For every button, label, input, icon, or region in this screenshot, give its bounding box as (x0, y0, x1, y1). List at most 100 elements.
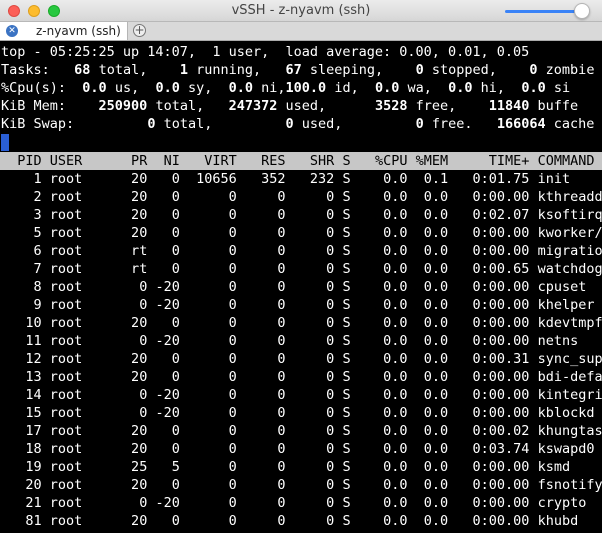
cell-s: S (342, 423, 359, 439)
cell-res: 0 (236, 387, 286, 403)
cell-s: S (342, 243, 359, 259)
cell-pid: 81 (1, 513, 42, 529)
cell-res: 0 (236, 297, 286, 313)
cell-time: 0:02.07 (448, 207, 530, 223)
cell-res: 352 (236, 171, 286, 187)
process-row: 8 root 0 -20 0 0 0 S 0.0 0.0 0:00.00 cpu… (1, 278, 602, 296)
cpu-sy: 0.0 (155, 80, 180, 96)
cpu-ni: 0.0 (228, 80, 254, 96)
column-header-mem: %MEM (407, 153, 449, 169)
cell-user: root (49, 243, 91, 259)
cell-pid: 19 (1, 459, 42, 475)
cell-mem: 0.0 (407, 333, 449, 349)
process-row: 14 root 0 -20 0 0 0 S 0.0 0.0 0:00.00 ki… (1, 386, 602, 404)
cell-pid: 8 (1, 279, 42, 295)
cell-res: 0 (236, 459, 286, 475)
process-row: 81 root 20 0 0 0 0 S 0.0 0.0 0:00.00 khu… (1, 512, 602, 530)
cell-pr: 0 (90, 387, 148, 403)
cell-user: root (49, 315, 91, 331)
cell-cpu: 0.0 (358, 171, 408, 187)
tab-session[interactable]: ✕ z-nyavm (ssh) (0, 22, 128, 40)
cell-command: sync_sup (537, 351, 602, 367)
cell-s: S (342, 513, 359, 529)
mem-total: 250900 (98, 98, 148, 114)
mem-label: KiB Mem: (1, 98, 67, 114)
swap-free: 0 (415, 116, 424, 132)
cell-pr: 20 (90, 369, 148, 385)
cell-virt: 0 (179, 369, 237, 385)
swap-cached-label: cache (553, 116, 595, 132)
cell-pid: 13 (1, 369, 42, 385)
terminal-screen[interactable]: top - 05:25:25 up 14:07, 1 user, load av… (0, 41, 602, 533)
cell-ni: 0 (147, 171, 180, 187)
cell-res: 0 (236, 495, 286, 511)
cell-s: S (342, 387, 359, 403)
cell-time: 0:00.00 (448, 387, 530, 403)
add-tab-icon[interactable]: + (133, 24, 146, 37)
cell-res: 0 (236, 405, 286, 421)
font-size-slider-track[interactable] (505, 10, 580, 13)
cell-cpu: 0.0 (358, 243, 408, 259)
cell-user: root (49, 405, 91, 421)
cell-command: khungtas (537, 423, 602, 439)
tasks-zombie: 0 (529, 62, 538, 78)
cell-virt: 0 (179, 279, 237, 295)
tasks-running: 1 (179, 62, 188, 78)
cell-mem: 0.0 (407, 189, 449, 205)
cell-shr: 0 (285, 423, 335, 439)
cell-virt: 0 (179, 243, 237, 259)
mem-used: 247372 (228, 98, 278, 114)
cell-command: migratio (537, 243, 602, 259)
uptime-line: top - 05:25:25 up 14:07, 1 user, load av… (1, 44, 530, 60)
cell-s: S (342, 207, 359, 223)
cell-virt: 0 (179, 315, 237, 331)
process-row: 19 root 25 5 0 0 0 S 0.0 0.0 0:00.00 ksm… (1, 458, 602, 476)
cell-user: root (49, 495, 91, 511)
cell-cpu: 0.0 (358, 261, 408, 277)
mem-buffers-label: buffe (537, 98, 579, 114)
cell-cpu: 0.0 (358, 459, 408, 475)
cell-command: khelper (537, 297, 595, 313)
close-tab-icon[interactable]: ✕ (6, 25, 18, 37)
cell-ni: 0 (147, 225, 180, 241)
process-row: 5 root 20 0 0 0 0 S 0.0 0.0 0:00.00 kwor… (1, 224, 602, 242)
cell-ni: 0 (147, 189, 180, 205)
cell-pid: 17 (1, 423, 42, 439)
cell-user: root (49, 171, 91, 187)
cell-time: 0:00.00 (448, 405, 530, 421)
cell-mem: 0.0 (407, 477, 449, 493)
cell-time: 0:00.00 (448, 225, 530, 241)
cpu-hi: 0.0 (448, 80, 473, 96)
cell-pr: rt (90, 243, 148, 259)
cell-pr: rt (90, 261, 148, 277)
cell-ni: 5 (147, 459, 180, 475)
process-row: 9 root 0 -20 0 0 0 S 0.0 0.0 0:00.00 khe… (1, 296, 602, 314)
column-header-cpu: %CPU (358, 153, 408, 169)
cell-pr: 0 (90, 297, 148, 313)
cell-mem: 0.0 (407, 207, 449, 223)
font-size-slider-knob[interactable] (574, 3, 590, 19)
cell-virt: 0 (179, 333, 237, 349)
cell-user: root (49, 297, 91, 313)
column-header-pid: PID (1, 153, 42, 169)
cell-ni: 0 (147, 423, 180, 439)
cell-pid: 12 (1, 351, 42, 367)
cell-ni: -20 (147, 279, 180, 295)
cell-time: 0:03.74 (448, 441, 530, 457)
cell-user: root (49, 459, 91, 475)
cell-user: root (49, 387, 91, 403)
cell-cpu: 0.0 (358, 369, 408, 385)
cell-mem: 0.0 (407, 405, 449, 421)
cell-cpu: 0.0 (358, 315, 408, 331)
cell-cpu: 0.0 (358, 477, 408, 493)
column-header-command: COMMAND (537, 153, 595, 169)
cell-user: root (49, 441, 91, 457)
cell-s: S (342, 297, 359, 313)
cell-user: root (49, 279, 91, 295)
cell-res: 0 (236, 351, 286, 367)
cell-s: S (342, 369, 359, 385)
cell-time: 0:00.00 (448, 333, 530, 349)
cell-shr: 0 (285, 405, 335, 421)
cell-time: 0:00.00 (448, 477, 530, 493)
cell-shr: 0 (285, 207, 335, 223)
